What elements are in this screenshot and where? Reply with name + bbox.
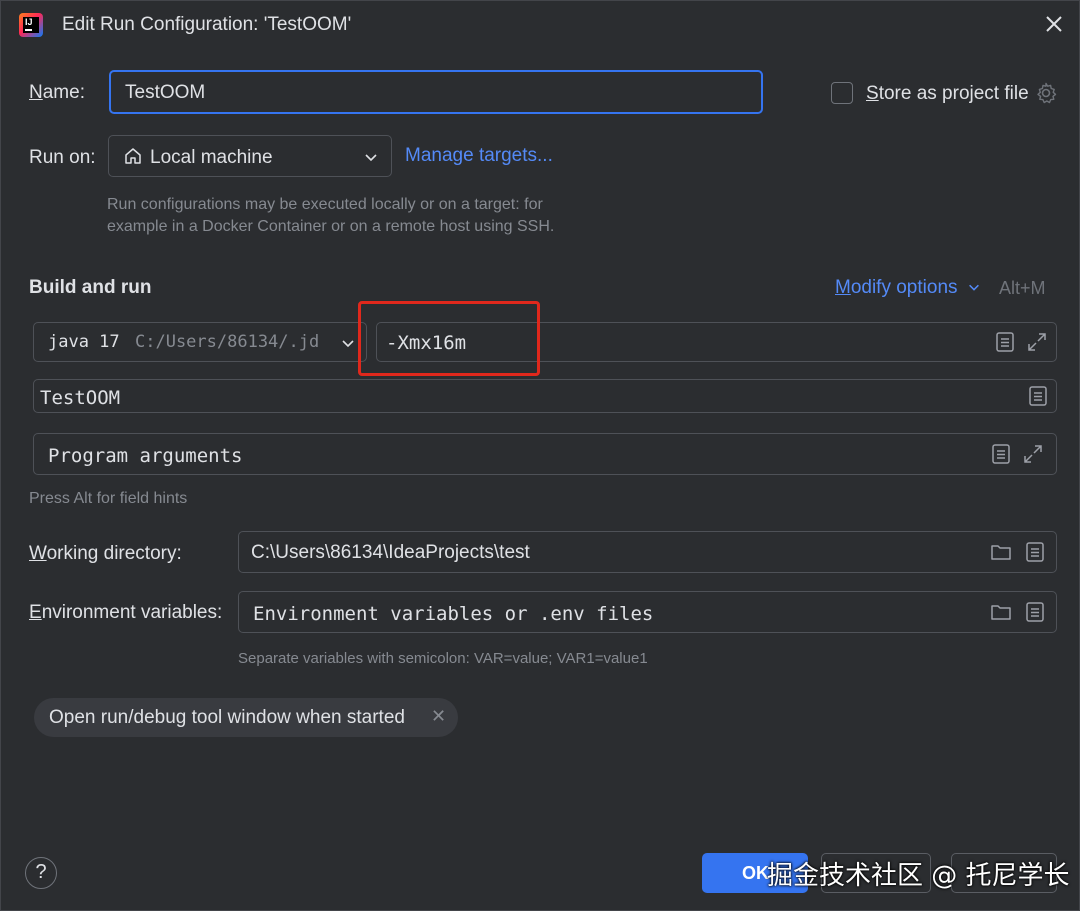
store-as-project-file-checkbox[interactable]: [831, 82, 853, 104]
open-tool-window-chip: Open run/debug tool window when started …: [34, 698, 458, 737]
jdk-path: C:/Users/86134/.jd: [135, 332, 320, 352]
environment-variables-input[interactable]: Environment variables or .env files: [238, 591, 1057, 633]
folder-icon[interactable]: [990, 601, 1012, 623]
manage-targets-link[interactable]: Manage targets...: [405, 145, 553, 167]
folder-icon[interactable]: [990, 541, 1012, 563]
jdk-name: java 17: [48, 332, 120, 352]
name-input[interactable]: TestOOM: [109, 70, 763, 114]
watermark: 掘金技术社区 @ 托尼学长: [767, 861, 1070, 891]
program-arguments-input[interactable]: Program arguments: [33, 433, 1057, 475]
intellij-logo-icon: IJ: [19, 13, 43, 37]
list-edit-icon[interactable]: [990, 443, 1012, 465]
build-and-run-heading: Build and run: [29, 277, 152, 298]
run-on-hint-line1: Run configurations may be executed local…: [107, 196, 543, 213]
title-bar: IJ Edit Run Configuration: 'TestOOM': [1, 1, 1080, 49]
environment-variables-label: Environment variables:: [29, 602, 223, 623]
run-configuration-dialog: IJ Edit Run Configuration: 'TestOOM' Nam…: [0, 0, 1080, 911]
help-button[interactable]: ?: [25, 857, 57, 889]
run-on-hint-line2: example in a Docker Container or on a re…: [107, 218, 555, 235]
expand-icon[interactable]: [1022, 443, 1044, 465]
jdk-dropdown[interactable]: java 17 C:/Users/86134/.jd: [33, 322, 367, 362]
name-label: Name:: [29, 82, 85, 103]
program-arguments-placeholder: Program arguments: [48, 445, 243, 467]
modify-options-link[interactable]: Modify options: [835, 277, 981, 299]
dialog-title: Edit Run Configuration: 'TestOOM': [62, 14, 352, 35]
remove-option-icon[interactable]: ✕: [431, 706, 446, 727]
chevron-down-icon: [968, 284, 979, 291]
main-class-input[interactable]: TestOOM: [33, 379, 1057, 413]
list-edit-icon[interactable]: [1027, 385, 1049, 407]
main-class-value: TestOOM: [40, 387, 121, 409]
ok-label: OK: [742, 863, 769, 883]
list-edit-icon[interactable]: [1024, 541, 1046, 563]
working-directory-input[interactable]: C:\Users\86134\IdeaProjects\test: [238, 531, 1057, 573]
run-on-dropdown[interactable]: Local machine: [108, 135, 392, 177]
close-button[interactable]: [1041, 11, 1067, 37]
environment-variables-placeholder: Environment variables or .env files: [253, 603, 654, 625]
gear-icon[interactable]: [1034, 81, 1058, 105]
close-icon: [1046, 16, 1062, 32]
expand-icon[interactable]: [1026, 331, 1048, 353]
working-directory-label: Working directory:: [29, 543, 182, 564]
vm-options-highlight-box: [358, 301, 540, 376]
chevron-down-icon: [342, 340, 354, 348]
open-tool-window-label: Open run/debug tool window when started: [49, 707, 405, 728]
chevron-down-icon: [365, 154, 377, 162]
modify-options-shortcut: Alt+M: [999, 278, 1046, 298]
home-icon: [125, 148, 141, 164]
run-on-label: Run on:: [29, 147, 96, 168]
store-as-project-file-label[interactable]: Store as project file: [866, 83, 1029, 105]
list-edit-icon[interactable]: [1024, 601, 1046, 623]
working-directory-value: C:\Users\86134\IdeaProjects\test: [251, 542, 530, 563]
environment-variables-hint: Separate variables with semicolon: VAR=v…: [238, 650, 648, 667]
run-on-selected: Local machine: [150, 147, 273, 168]
list-edit-icon[interactable]: [994, 331, 1016, 353]
name-value: TestOOM: [125, 82, 206, 103]
field-hints-text: Press Alt for field hints: [29, 490, 188, 507]
